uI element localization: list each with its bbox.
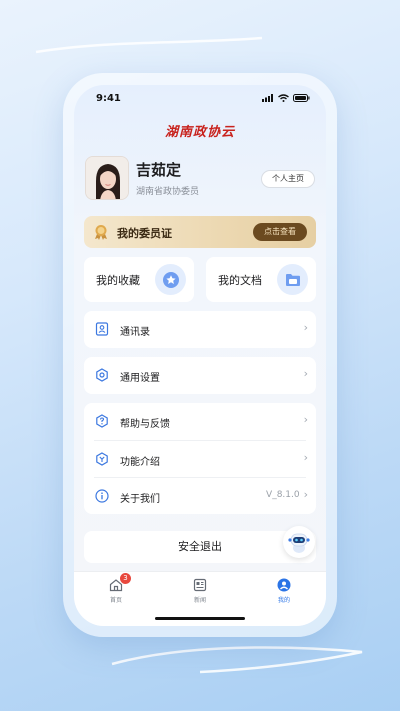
menu-item-contacts[interactable]: 通讯录 › (84, 311, 316, 348)
member-card[interactable]: 我的委员证 点击查看 (84, 216, 316, 248)
tab-label: 我的 (277, 597, 290, 604)
menu-item-about[interactable]: 关于我们 V_8.1.0 › (94, 477, 308, 514)
contacts-card: 通讯录 › (84, 311, 316, 348)
status-bar: 9:41 (74, 85, 326, 113)
quick-link-label: 我的文档 (218, 274, 262, 287)
menu-item-settings[interactable]: 通用设置 › (84, 357, 316, 394)
medal-icon (95, 225, 107, 240)
tab-news[interactable]: 新闻 (170, 578, 230, 604)
tab-label: 首页 (109, 597, 122, 604)
menu-item-label: 关于我们 (120, 494, 160, 505)
chevron-right-icon: › (303, 367, 308, 380)
menu-item-label: 通用设置 (120, 373, 160, 384)
tab-home[interactable]: 3 首页 (86, 573, 146, 604)
menu-item-label: 帮助与反馈 (120, 419, 170, 430)
user-name: 吉茹定 (136, 161, 182, 179)
my-documents-card[interactable]: 我的文档 (206, 257, 316, 302)
status-time: 9:41 (96, 93, 121, 104)
member-card-label: 我的委员证 (117, 227, 172, 240)
folder-icon (277, 264, 308, 295)
battery-icon (293, 94, 310, 102)
help-icon (96, 414, 108, 428)
menu-item-help[interactable]: 帮助与反馈 › (84, 403, 316, 440)
features-icon (96, 452, 108, 466)
star-icon (155, 264, 186, 295)
info-icon (95, 489, 109, 503)
assistant-robot-button[interactable] (283, 526, 315, 558)
logout-button[interactable]: 安全退出 (84, 531, 316, 563)
menu-item-label: 功能介绍 (120, 457, 160, 468)
chevron-right-icon: › (303, 488, 308, 501)
avatar[interactable] (85, 156, 129, 200)
menu-item-label: 通讯录 (120, 327, 150, 338)
app-version: V_8.1.0 (266, 490, 300, 500)
home-indicator (155, 617, 245, 620)
view-member-card-button[interactable]: 点击查看 (253, 223, 307, 241)
status-icons (262, 94, 310, 102)
phone-screen: 9:41 湖南政协云 吉茹定 湖南省政协委员 个人主页 我的委员证 点击查看 我… (74, 85, 326, 626)
tab-label: 新闻 (193, 597, 206, 604)
menu-item-features[interactable]: 功能介绍 › (94, 440, 308, 477)
settings-card: 通用设置 › (84, 357, 316, 394)
wifi-icon (278, 94, 289, 102)
contacts-icon (95, 322, 109, 336)
app-logo: 湖南政协云 (164, 125, 235, 140)
info-card: 帮助与反馈 › 功能介绍 › 关于我们 V_8.1.0 › (84, 403, 316, 514)
notification-badge: 3 (120, 573, 131, 584)
settings-icon (96, 368, 108, 382)
my-favorites-card[interactable]: 我的收藏 (84, 257, 194, 302)
signal-icon (262, 94, 273, 102)
robot-icon (288, 533, 310, 553)
profile-icon (277, 578, 291, 592)
personal-homepage-button[interactable]: 个人主页 (261, 170, 315, 188)
news-icon (193, 578, 207, 592)
user-title: 湖南省政协委员 (136, 187, 200, 197)
tab-profile[interactable]: 我的 (254, 578, 314, 604)
quick-link-label: 我的收藏 (96, 274, 140, 287)
avatar-portrait (86, 157, 128, 199)
chevron-right-icon: › (303, 451, 308, 464)
chevron-right-icon: › (303, 413, 308, 426)
chevron-right-icon: › (303, 321, 308, 334)
